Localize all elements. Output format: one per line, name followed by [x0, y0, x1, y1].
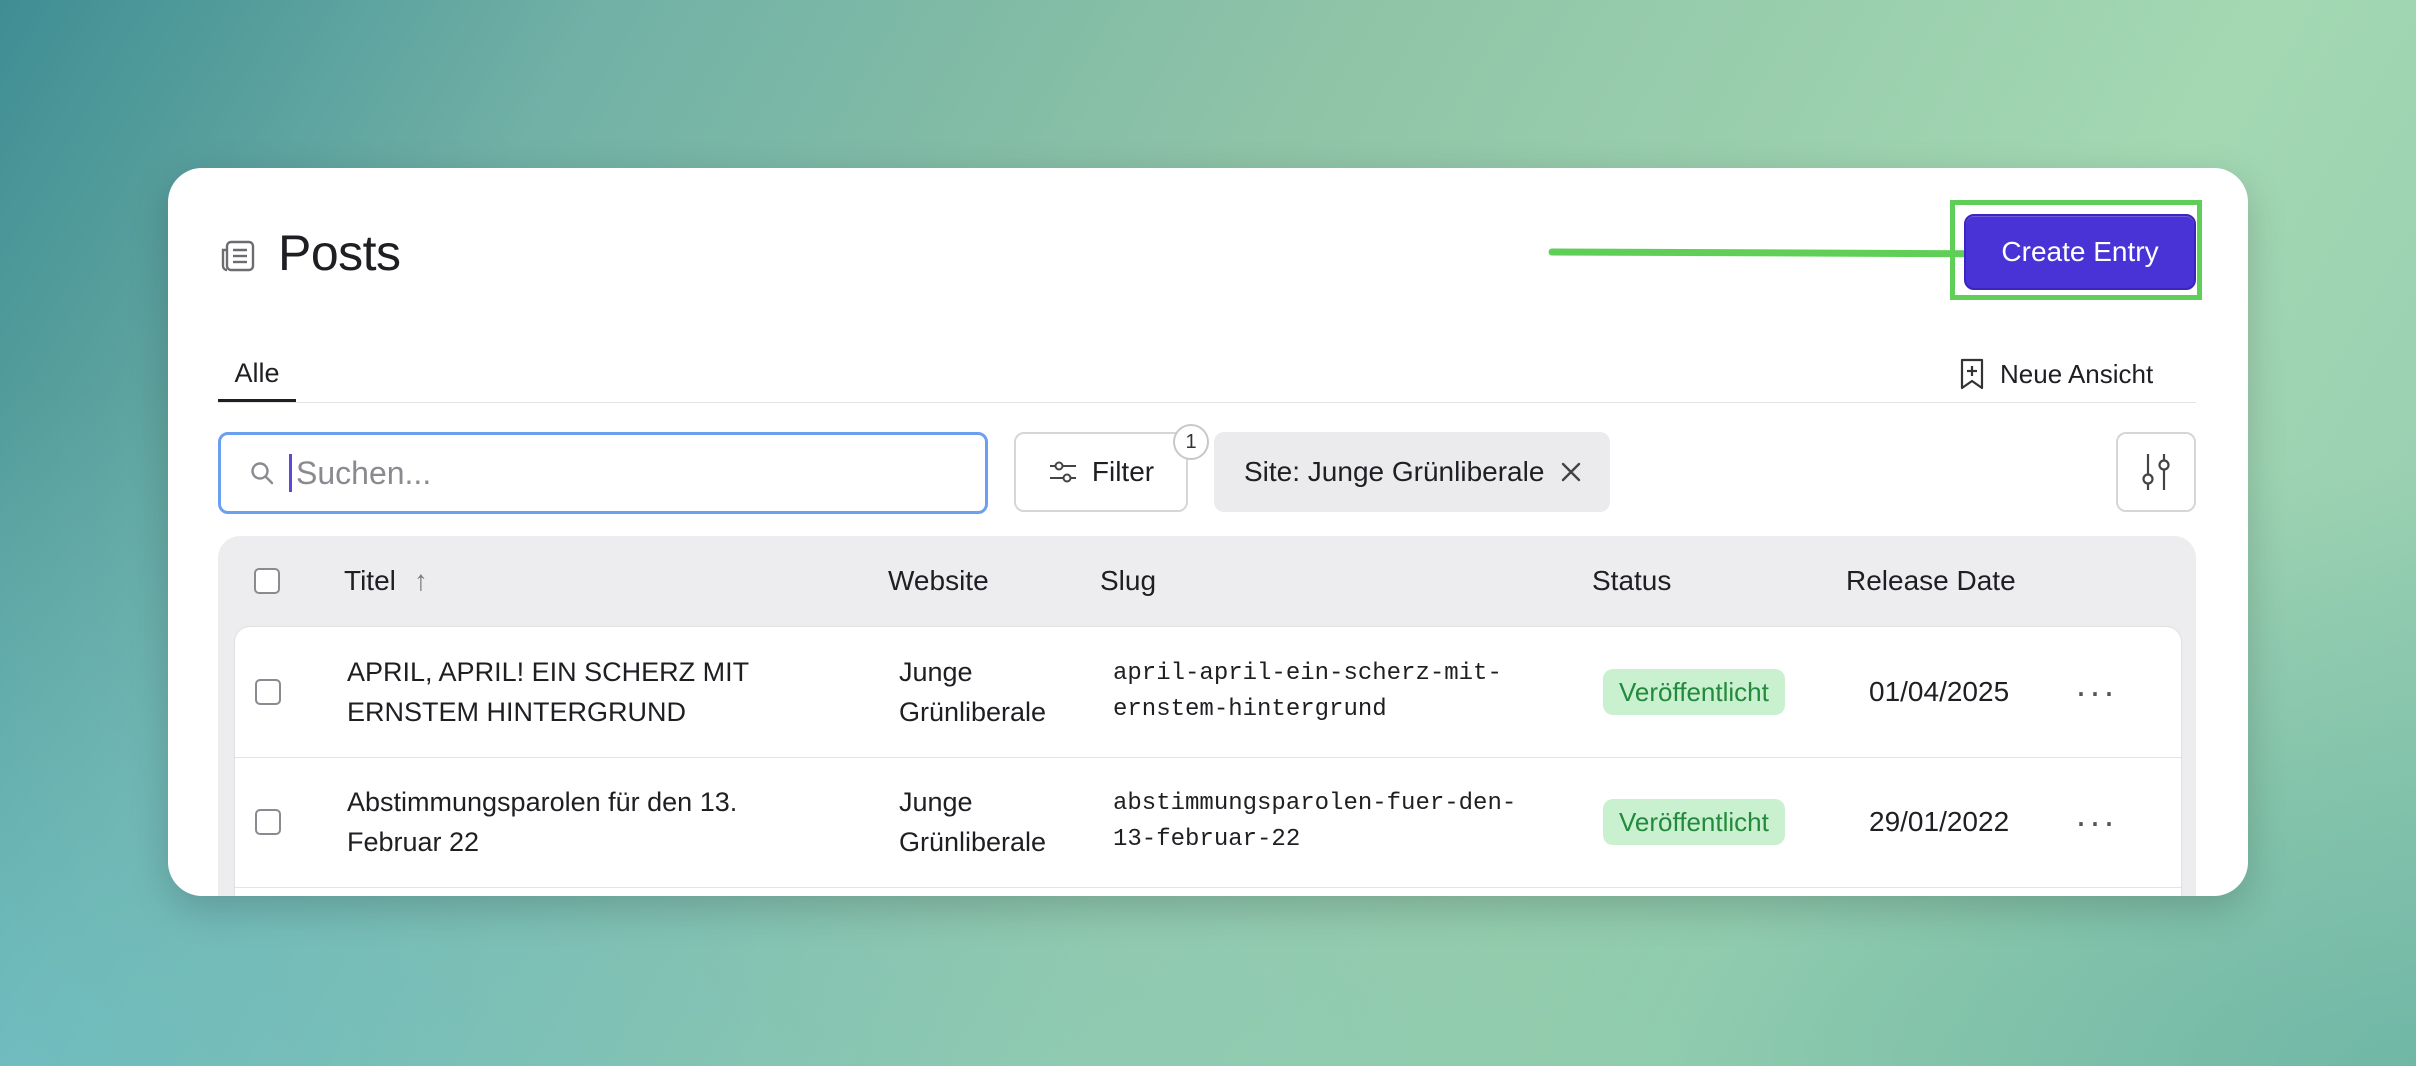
- row-slug: abstimmungsparolen-fuer-den- 13-februar-2…: [1113, 757, 1516, 887]
- row-slug-line: april-april-ein-scherz-mit-: [1113, 660, 1502, 687]
- row-slug: april-april-ein-scherz-mit-ernstem-hinte…: [1113, 627, 1502, 757]
- new-view-label: Neue Ansicht: [2000, 358, 2154, 389]
- row-title[interactable]: APRIL, APRIL! EIN SCHERZ MIT ERNSTEM HINT…: [347, 627, 749, 757]
- row-website-line: Junge: [899, 787, 973, 817]
- row-status: Veröffentlicht: [1603, 627, 1785, 757]
- row-select-cell: [255, 627, 281, 757]
- row-slug-line: ernstem-hintergrund: [1113, 696, 1387, 723]
- posts-panel: Posts Create Entry Alle Neue Ansicht Fil…: [168, 168, 2248, 896]
- row-website: Junge Grünliberale: [899, 627, 1046, 757]
- posts-icon: [221, 240, 255, 272]
- row-release-date: 01/04/2025: [1869, 676, 2010, 707]
- active-filter-chip: Site: Junge Grünliberale: [1214, 432, 1611, 512]
- column-header-release-date[interactable]: Release Date: [1846, 536, 2016, 626]
- search-field[interactable]: [218, 432, 988, 514]
- new-view-button[interactable]: Neue Ansicht: [1958, 352, 2153, 396]
- row-actions-icon[interactable]: ···: [2075, 627, 2117, 757]
- row-slug-line: abstimmungsparolen-fuer-den-: [1113, 790, 1517, 817]
- row-website-line: Grünliberale: [899, 827, 1047, 857]
- active-filter-label: Site: Junge Grünliberale: [1244, 456, 1545, 487]
- filter-button[interactable]: Filter: [1014, 432, 1188, 512]
- close-icon[interactable]: [1560, 461, 1582, 483]
- filter-label: Filter: [1091, 456, 1155, 487]
- settings-sliders-icon: [2142, 454, 2170, 490]
- row-slug-line: 13-februar-22: [1113, 826, 1301, 853]
- create-entry-button[interactable]: Create Entry: [1964, 214, 2196, 290]
- row-title[interactable]: Abstimmungsparolen für den 13. Februar 22: [347, 757, 737, 887]
- column-header-status[interactable]: Status: [1592, 536, 1671, 626]
- row-release-date: 29/01/2022: [1869, 806, 2010, 837]
- bookmark-plus-icon: [1960, 358, 1984, 390]
- row-website: Junge Grünliberale: [899, 757, 1046, 887]
- row-title-line: Februar 22: [347, 827, 480, 857]
- table-body: APRIL, APRIL! EIN SCHERZ MIT ERNSTEM HINT…: [234, 626, 2182, 896]
- search-icon: [251, 462, 274, 485]
- row-status: Veröffentlicht: [1603, 757, 1785, 887]
- row-title-line: APRIL, APRIL! EIN SCHERZ MIT: [347, 657, 750, 687]
- sort-ascending-icon: ↑: [413, 565, 428, 596]
- column-header-website[interactable]: Website: [888, 536, 989, 626]
- table-row[interactable]: Abstimmungsparolen für den 13. Februar 22…: [235, 757, 2181, 888]
- entries-table: Titel ↑ Website Slug Status Release Date…: [218, 536, 2196, 896]
- row-select-cell: [255, 757, 281, 887]
- text-caret: [289, 454, 292, 492]
- filter-count-badge: 1: [1173, 424, 1209, 460]
- row-checkbox[interactable]: [255, 809, 281, 835]
- sliders-icon: [1049, 461, 1076, 483]
- select-all-checkbox[interactable]: [254, 568, 280, 594]
- row-website-line: Junge: [899, 657, 973, 687]
- row-title-line: Abstimmungsparolen für den 13.: [347, 787, 738, 817]
- tab-alle[interactable]: Alle: [218, 358, 296, 402]
- page-title: Posts: [278, 225, 401, 281]
- column-title-label: Titel: [344, 565, 396, 596]
- search-input[interactable]: [294, 453, 918, 493]
- select-all-cell: [254, 536, 280, 626]
- row-website-line: Grünliberale: [899, 697, 1047, 727]
- column-settings-button[interactable]: [2116, 432, 2196, 512]
- column-header-slug[interactable]: Slug: [1100, 536, 1156, 626]
- row-title-line: ERNSTEM HINTERGRUND: [347, 697, 687, 727]
- column-header-title[interactable]: Titel ↑: [344, 536, 428, 626]
- status-badge: Veröffentlicht: [1603, 799, 1785, 845]
- row-actions-icon[interactable]: ···: [2075, 757, 2117, 887]
- table-row[interactable]: APRIL, APRIL! EIN SCHERZ MIT ERNSTEM HINT…: [235, 627, 2181, 758]
- tab-divider: [218, 402, 2196, 403]
- status-badge: Veröffentlicht: [1603, 669, 1785, 715]
- row-checkbox[interactable]: [255, 679, 281, 705]
